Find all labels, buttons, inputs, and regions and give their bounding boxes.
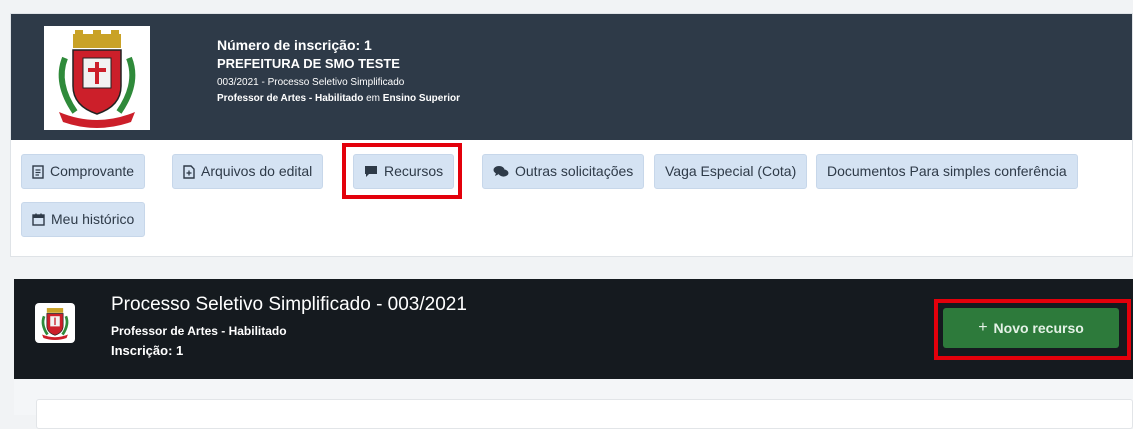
outras-solicitacoes-button[interactable]: Outras solicitações bbox=[482, 154, 645, 189]
position-connector: em bbox=[363, 93, 383, 104]
vaga-especial-label: Vaga Especial (Cota) bbox=[665, 163, 797, 179]
meu-historico-button[interactable]: Meu histórico bbox=[21, 202, 146, 237]
process-title: Processo Seletivo Simplificado - 003/202… bbox=[111, 294, 467, 315]
education-level: Ensino Superior bbox=[382, 93, 461, 104]
candidate-info: Número de inscrição: 1 PREFEITURA DE SMO… bbox=[217, 36, 460, 106]
position-line: Professor de Artes - Habilitado em Ensin… bbox=[217, 91, 460, 106]
novo-recurso-highlight-box bbox=[934, 299, 1131, 360]
comprovante-label: Comprovante bbox=[50, 163, 135, 179]
process-info: Processo Seletivo Simplificado - 003/202… bbox=[111, 293, 467, 361]
position-name: Professor de Artes - Habilitado bbox=[217, 93, 364, 104]
meu-historico-label: Meu histórico bbox=[51, 211, 135, 227]
documentos-conferencia-button[interactable]: Documentos Para simples conferência bbox=[816, 154, 1078, 189]
candidate-header: Número de inscrição: 1 PREFEITURA DE SMO… bbox=[11, 14, 1132, 140]
arquivos-edital-label: Arquivos do edital bbox=[201, 163, 313, 179]
outras-solicitacoes-label: Outras solicitações bbox=[515, 163, 634, 179]
process-registration: Inscrição: 1 bbox=[111, 343, 184, 358]
arquivos-edital-button[interactable]: Arquivos do edital bbox=[172, 154, 324, 189]
file-plus-icon bbox=[183, 164, 195, 179]
receipt-icon bbox=[32, 164, 44, 179]
process-position: Professor de Artes - Habilitado bbox=[111, 324, 287, 338]
registration-number: Número de inscrição: 1 bbox=[217, 37, 372, 53]
calendar-icon bbox=[32, 213, 45, 226]
comprovante-button[interactable]: Comprovante bbox=[21, 154, 146, 189]
documentos-conferencia-label: Documentos Para simples conferência bbox=[827, 163, 1067, 179]
comments-icon bbox=[493, 166, 509, 177]
process-name: 003/2021 - Processo Seletivo Simplificad… bbox=[217, 77, 405, 88]
vaga-especial-button[interactable]: Vaga Especial (Cota) bbox=[654, 154, 808, 189]
organization-name: PREFEITURA DE SMO TESTE bbox=[217, 56, 400, 71]
appeals-list-panel bbox=[36, 399, 1133, 429]
municipal-crest-logo bbox=[44, 26, 150, 130]
recursos-highlight-box bbox=[342, 143, 462, 199]
municipal-crest-small-logo bbox=[35, 303, 75, 343]
candidate-card: Número de inscrição: 1 PREFEITURA DE SMO… bbox=[10, 13, 1133, 257]
